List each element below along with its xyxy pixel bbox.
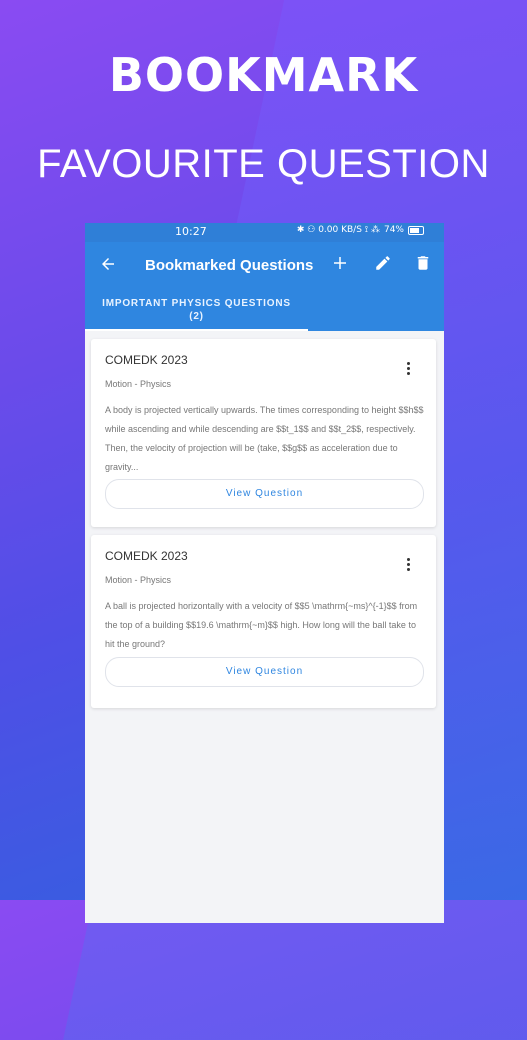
phone-screen: 10:27 ✱ ⚇ 0.00 KB/S ⟟ ⁂ 74% Bookmarked Q… xyxy=(85,223,444,923)
question-text: A ball is projected horizontally with a … xyxy=(105,601,418,649)
battery-icon xyxy=(408,225,424,235)
status-icons: ✱ ⚇ 0.00 KB/S ⟟ ⁂ 74% xyxy=(297,225,424,235)
tab-indicator xyxy=(85,329,308,331)
status-bar: 10:27 ✱ ⚇ 0.00 KB/S ⟟ ⁂ 74% xyxy=(85,223,444,242)
promo-headline: BOOKMARK xyxy=(108,48,419,102)
more-vert-icon[interactable] xyxy=(406,558,412,573)
status-time: 10:27 xyxy=(175,225,207,238)
list-item: COMEDK 2023 Motion - Physics A body is p… xyxy=(91,339,436,527)
exam-title: COMEDK 2023 xyxy=(105,353,188,367)
tab-count: (2) xyxy=(189,311,204,322)
question-text: A body is projected vertically upwards. … xyxy=(105,405,424,472)
promo-subheadline: FAVOURITE QUESTION xyxy=(37,142,490,186)
arrow-left-icon[interactable] xyxy=(99,254,117,278)
tab-important-physics[interactable]: IMPORTANT PHYSICS QUESTIONS (2) xyxy=(85,291,308,331)
tab-bar: IMPORTANT PHYSICS QUESTIONS (2) xyxy=(85,291,444,331)
topic-label: Motion - Physics xyxy=(105,575,172,585)
exam-title: COMEDK 2023 xyxy=(105,549,188,563)
topic-label: Motion - Physics xyxy=(105,379,172,389)
more-vert-icon[interactable] xyxy=(406,362,412,377)
add-icon[interactable] xyxy=(329,254,351,276)
battery-text: 74% xyxy=(383,225,404,235)
edit-icon[interactable] xyxy=(372,254,394,276)
view-question-button[interactable]: View Question xyxy=(105,479,424,509)
app-bar: Bookmarked Questions xyxy=(85,242,444,291)
list-item: COMEDK 2023 Motion - Physics A ball is p… xyxy=(91,535,436,708)
page-title: Bookmarked Questions xyxy=(145,257,314,274)
tab-label: IMPORTANT PHYSICS QUESTIONS xyxy=(102,298,291,309)
delete-icon[interactable] xyxy=(412,254,434,276)
status-icons-text: ✱ ⚇ 0.00 KB/S ⟟ ⁂ xyxy=(296,225,380,235)
view-question-button[interactable]: View Question xyxy=(105,657,424,687)
